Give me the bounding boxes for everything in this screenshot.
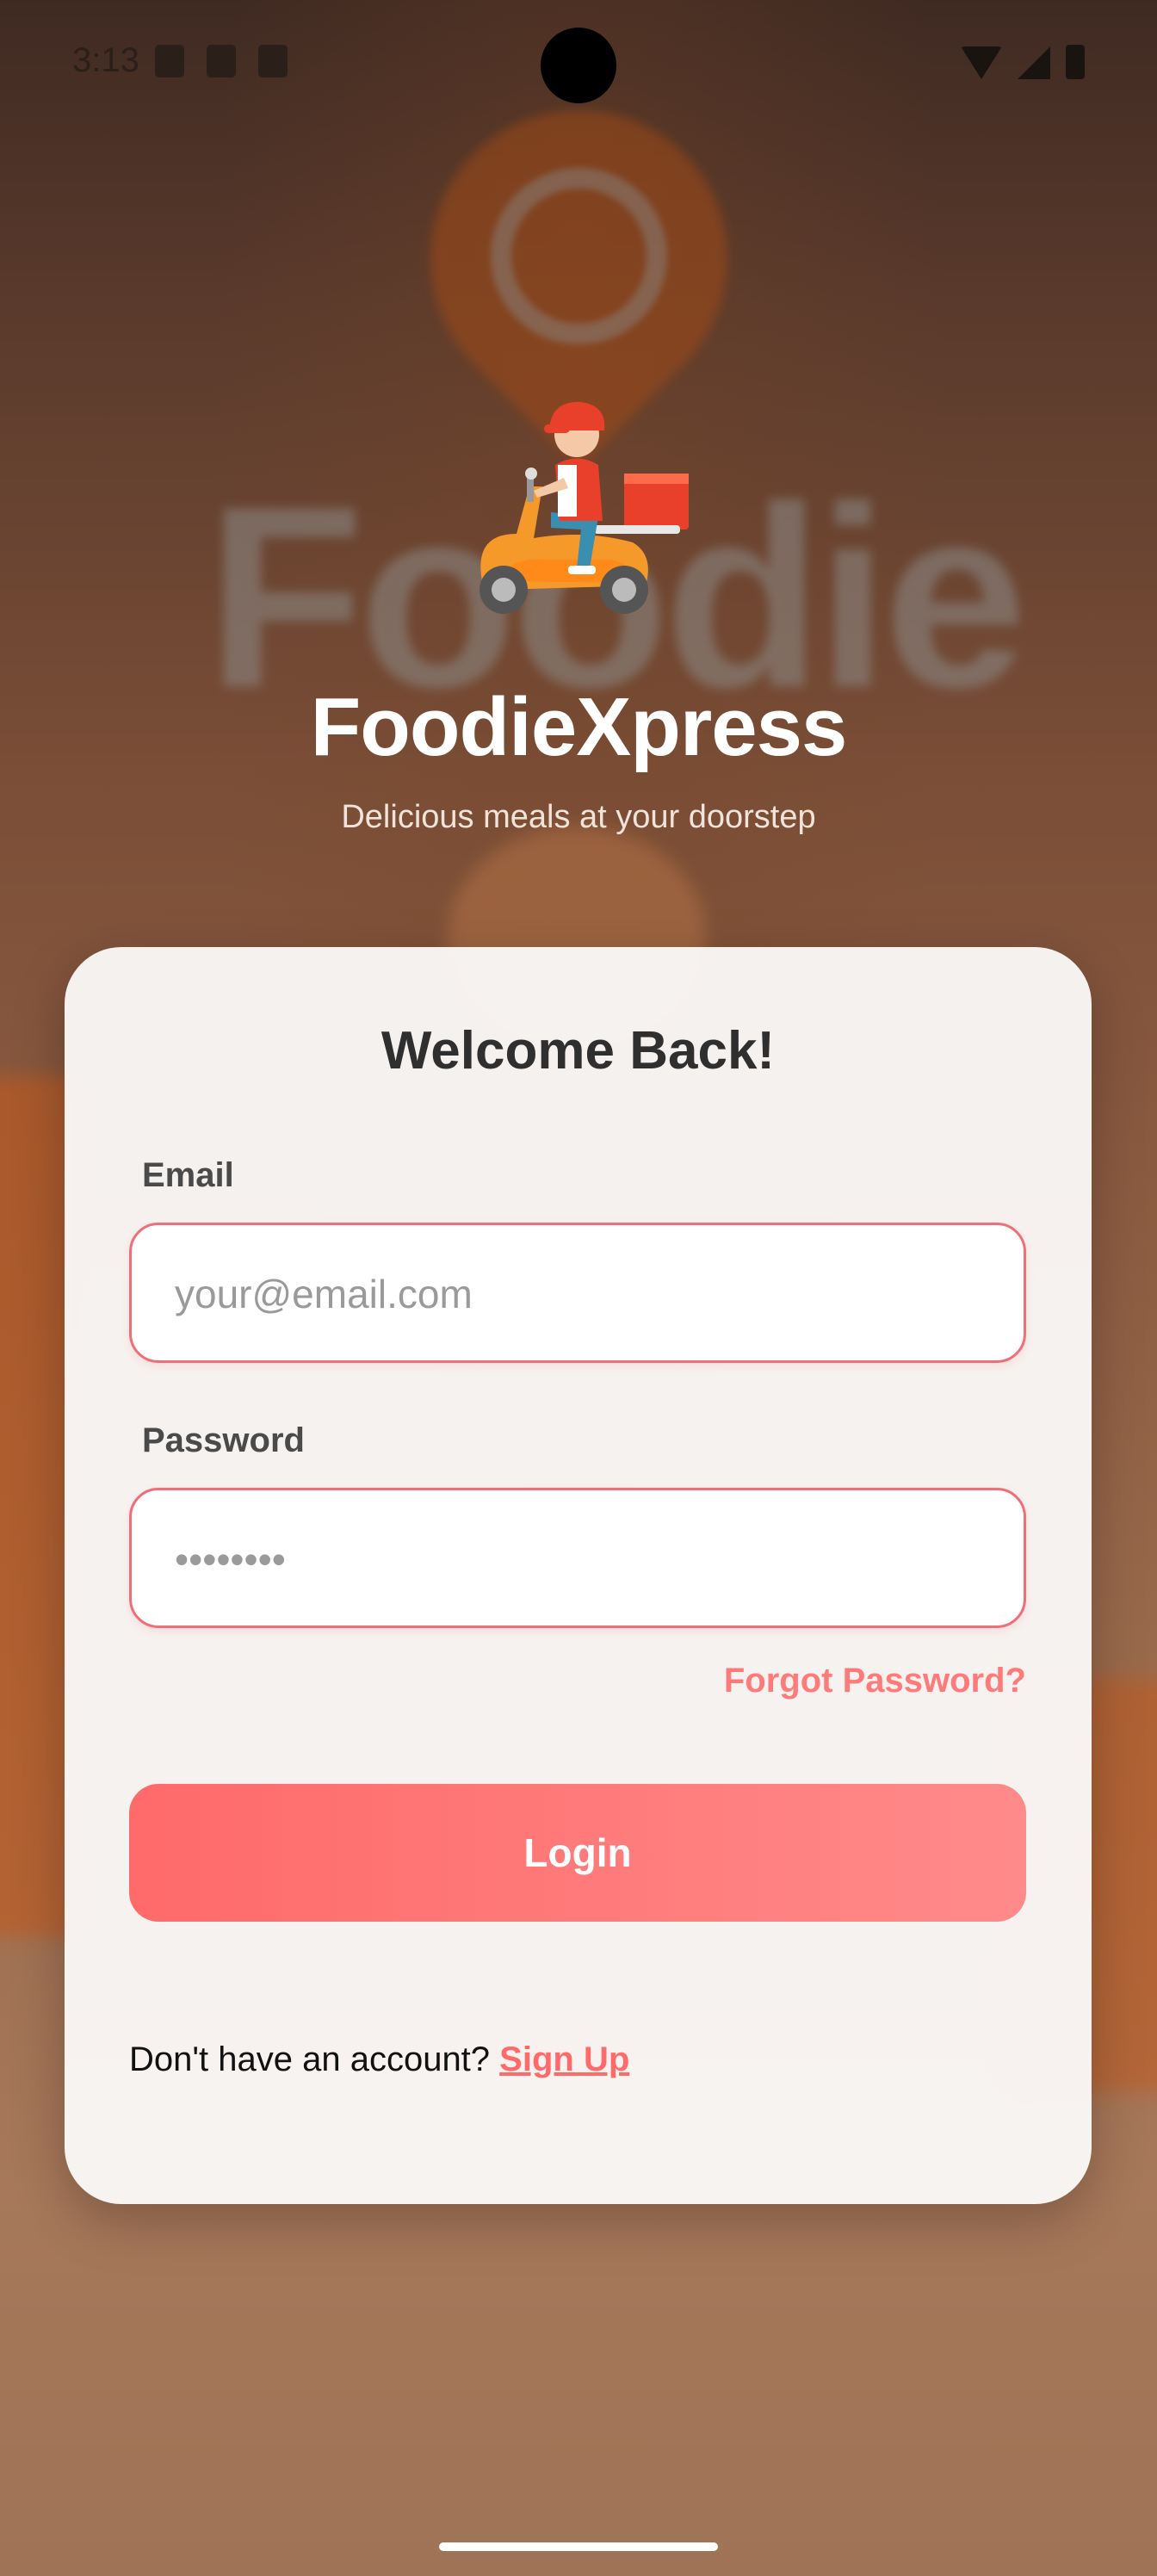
status-bar: 3:13 — [0, 0, 1157, 129]
sd-card-icon — [258, 45, 288, 77]
signup-link[interactable]: Sign Up — [499, 2040, 629, 2078]
login-card: Welcome Back! Email Password Forgot Pass… — [65, 947, 1092, 2204]
wifi-icon — [961, 46, 1002, 79]
forgot-password-link[interactable]: Forgot Password? — [724, 1662, 1026, 1700]
home-indicator[interactable] — [439, 2542, 718, 2551]
background-fork-icon — [491, 168, 667, 344]
password-label: Password — [142, 1421, 305, 1459]
font-icon — [207, 45, 236, 77]
app-title: FoodieXpress — [310, 681, 848, 773]
delivery-scooter-icon — [480, 401, 689, 614]
camera-cutout — [541, 28, 616, 103]
app-subtitle: Delicious meals at your doorstep — [341, 799, 816, 835]
status-time: 3:13 — [72, 41, 139, 79]
email-field[interactable] — [129, 1223, 1026, 1363]
login-button[interactable]: Login — [129, 1784, 1026, 1922]
signup-prompt: Don't have an account? — [129, 2040, 491, 2078]
card-title: Welcome Back! — [381, 1021, 776, 1081]
email-label: Email — [142, 1156, 234, 1194]
password-input[interactable] — [173, 1490, 986, 1627]
status-icons-right — [961, 45, 1085, 79]
password-field[interactable] — [129, 1488, 1026, 1628]
shield-icon — [155, 45, 184, 77]
status-icons-left — [155, 45, 288, 77]
signal-icon — [1018, 46, 1050, 79]
signup-row: Don't have an account? Sign Up — [129, 2040, 629, 2079]
battery-icon — [1066, 45, 1085, 79]
email-input[interactable] — [173, 1225, 986, 1362]
